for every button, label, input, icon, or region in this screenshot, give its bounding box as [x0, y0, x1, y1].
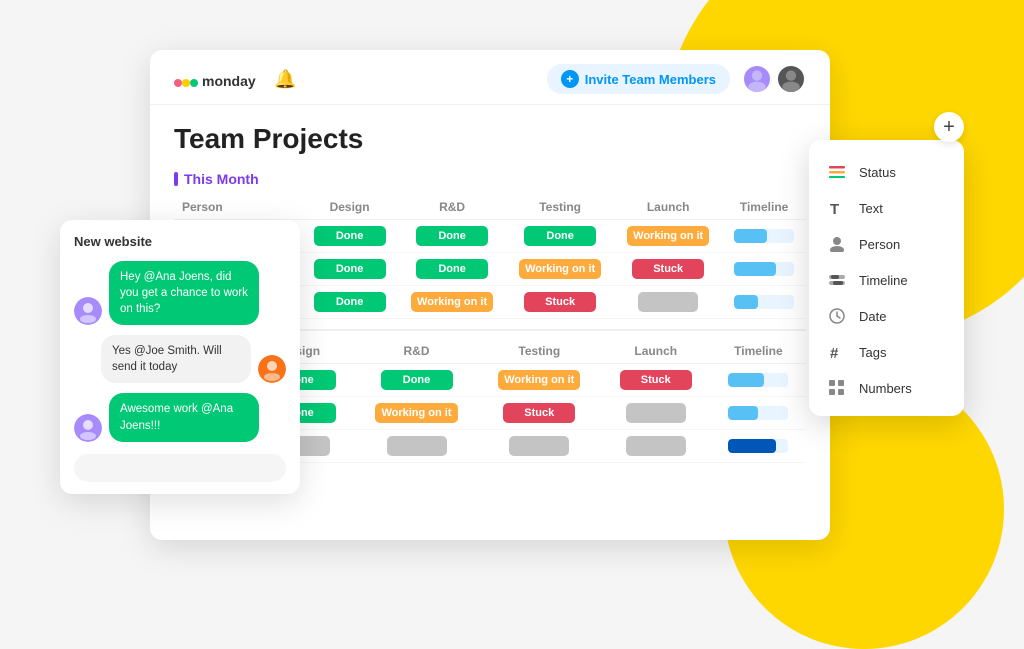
cell-timeline: [722, 286, 806, 319]
page-title: Team Projects: [174, 123, 806, 155]
dropdown-item-label: Numbers: [859, 381, 912, 396]
cell-timeline: [711, 430, 806, 463]
cell-rd: Working on it: [355, 397, 478, 430]
col-testing: Testing: [506, 195, 614, 220]
chat-title: New website: [74, 234, 286, 249]
cell-rd: Done: [355, 364, 478, 397]
dropdown-item-label: Text: [859, 201, 883, 216]
panel-header: monday 🔔 + Invite Team Members: [150, 50, 830, 105]
dropdown-item-person[interactable]: Person: [809, 226, 964, 262]
col2-timeline: Timeline: [711, 339, 806, 364]
dropdown-item-icon: [827, 270, 847, 290]
col-timeline: Timeline: [722, 195, 806, 220]
invite-plus-icon: +: [561, 70, 579, 88]
cell-launch: Working on it: [614, 220, 722, 253]
cell-rd: [355, 430, 478, 463]
dropdown-item-tags[interactable]: # Tags: [809, 334, 964, 370]
logo-area: monday 🔔: [174, 67, 296, 91]
chat-panel: New website Hey @Ana Joens, did you get …: [60, 220, 300, 494]
invite-team-button[interactable]: + Invite Team Members: [547, 64, 730, 94]
cell-launch: Stuck: [601, 364, 711, 397]
cell-launch: [614, 286, 722, 319]
cell-timeline: [711, 364, 806, 397]
cell-timeline: [711, 397, 806, 430]
cell-testing: Working on it: [478, 364, 601, 397]
cell-launch: [601, 397, 711, 430]
cell-testing: Stuck: [478, 397, 601, 430]
dropdown-item-label: Person: [859, 237, 900, 252]
chat-messages: Hey @Ana Joens, did you get a chance to …: [74, 261, 286, 442]
cell-design: Done: [301, 220, 398, 253]
dropdown-item-label: Date: [859, 309, 886, 324]
cell-rd: Working on it: [398, 286, 506, 319]
col2-launch: Launch: [601, 339, 711, 364]
cell-launch: [601, 430, 711, 463]
chat-avatar: [258, 355, 286, 383]
col2-testing: Testing: [478, 339, 601, 364]
dropdown-item-date[interactable]: Date: [809, 298, 964, 334]
dropdown-item-icon: T: [827, 198, 847, 218]
col-design: Design: [301, 195, 398, 220]
monday-logo: monday: [174, 67, 264, 91]
chat-message: Hey @Ana Joens, did you get a chance to …: [74, 261, 286, 325]
dropdown-item-icon: [827, 306, 847, 326]
chat-bubble: Awesome work @Ana Joens!!!: [109, 393, 259, 441]
header-right: + Invite Team Members: [547, 64, 806, 94]
col-rd: R&D: [398, 195, 506, 220]
dropdown-item-icon: #: [827, 342, 847, 362]
dropdown-item-status[interactable]: Status: [809, 154, 964, 190]
cell-testing: Stuck: [506, 286, 614, 319]
chat-message: Yes @Joe Smith. Will send it today: [74, 335, 286, 383]
cell-rd: Done: [398, 253, 506, 286]
svg-text:monday: monday: [202, 73, 256, 89]
avatar-user2: [776, 64, 806, 94]
invite-btn-label: Invite Team Members: [585, 72, 716, 87]
avatar-group: [742, 64, 806, 94]
dropdown-item-label: Status: [859, 165, 896, 180]
cell-rd: Done: [398, 220, 506, 253]
dropdown-item-icon: [827, 234, 847, 254]
dropdown-item-timeline[interactable]: Timeline: [809, 262, 964, 298]
add-column-button[interactable]: +: [934, 112, 964, 142]
dropdown-item-label: Timeline: [859, 273, 908, 288]
svg-text:T: T: [830, 201, 839, 216]
cell-launch: Stuck: [614, 253, 722, 286]
cell-testing: [478, 430, 601, 463]
cell-design: Done: [301, 286, 398, 319]
chat-bubble: Yes @Joe Smith. Will send it today: [101, 335, 251, 383]
notification-icon[interactable]: 🔔: [274, 69, 296, 90]
dropdown-item-text[interactable]: T Text: [809, 190, 964, 226]
dropdown-item-icon: [827, 378, 847, 398]
dropdown-item-label: Tags: [859, 345, 886, 360]
chat-avatar: [74, 297, 102, 325]
col-name: Person: [174, 195, 301, 220]
chat-input-bar[interactable]: [74, 454, 286, 482]
col2-rd: R&D: [355, 339, 478, 364]
chat-avatar: [74, 414, 102, 442]
col-launch: Launch: [614, 195, 722, 220]
dropdown-item-icon: [827, 162, 847, 182]
cell-testing: Working on it: [506, 253, 614, 286]
cell-testing: Done: [506, 220, 614, 253]
dropdown-item-numbers[interactable]: Numbers: [809, 370, 964, 406]
dropdown-panel: Status T Text Person Timeline Date # Tag…: [809, 140, 964, 416]
chat-message: Awesome work @Ana Joens!!!: [74, 393, 286, 441]
section1-label: This Month: [174, 171, 806, 187]
section-bar: [174, 172, 178, 186]
avatar-user1: [742, 64, 772, 94]
cell-timeline: [722, 253, 806, 286]
chat-bubble: Hey @Ana Joens, did you get a chance to …: [109, 261, 259, 325]
svg-text:#: #: [830, 345, 839, 360]
cell-design: Done: [301, 253, 398, 286]
cell-timeline: [722, 220, 806, 253]
